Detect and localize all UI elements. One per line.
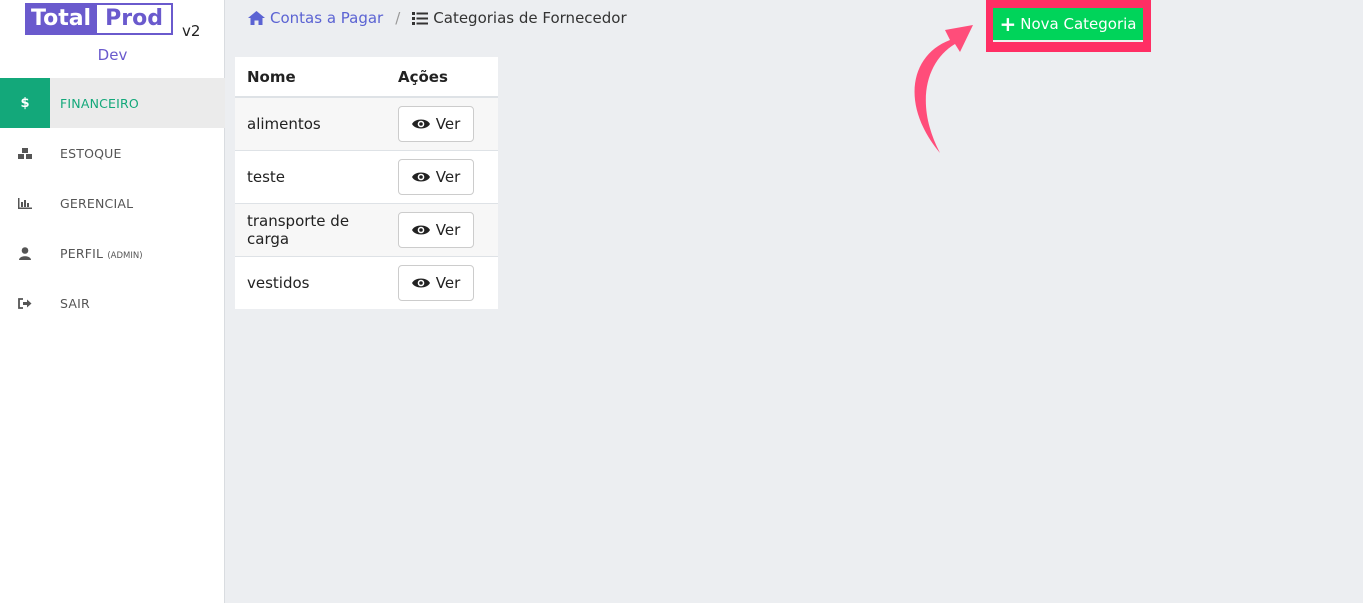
sidebar-item-gerencial[interactable]: GERENCIAL [0,178,225,228]
logo-box: Total Prod [25,3,173,35]
breadcrumb: Contas a Pagar / Categorias de Fornecedo… [248,8,627,28]
eye-icon [411,119,430,129]
environment-label: Dev [97,46,128,64]
cell-nome: teste [235,149,386,203]
table-header-row: Nome Ações [235,57,498,98]
table-row: transporte de carga Ver [235,202,498,256]
sidebar-item-sublabel: (ADMIN) [107,250,143,261]
cell-nome: vestidos [235,255,386,309]
logo-text-prod: Prod [97,5,167,33]
view-button-label: Ver [435,114,461,133]
eye-icon [411,225,430,234]
cell-nome: alimentos [235,96,386,150]
dollar-icon: $ [0,78,50,128]
table-row: teste Ver [235,149,498,203]
cell-acoes: Ver [386,255,498,309]
sidebar-item-financeiro[interactable]: $ FINANCEIRO [0,78,225,128]
sign-out-icon [0,278,50,328]
sidebar-item-label: ESTOQUE [60,145,122,161]
cell-nome: transporte de carga [235,202,386,256]
sidebar-item-label: PERFIL (ADMIN) [60,245,143,261]
list-icon [412,11,429,25]
cell-acoes: Ver [386,96,498,150]
cell-acoes: Ver [386,202,498,256]
sidebar-item-estoque[interactable]: ESTOQUE [0,128,225,178]
breadcrumb-link-contas-a-pagar[interactable]: Contas a Pagar [248,9,383,27]
breadcrumb-current: Categorias de Fornecedor [412,9,627,27]
boxes-icon [0,128,50,178]
logo-text-total: Total [27,5,98,33]
bar-chart-icon [0,178,50,228]
annotation-arrow-icon [914,25,973,153]
user-icon [0,228,50,278]
home-icon [248,11,265,25]
categories-table: Nome Ações alimentos Ver teste Ver trans… [235,57,498,309]
plus-icon: + [999,12,1017,36]
view-button[interactable]: Ver [398,105,474,142]
logo[interactable]: Total Prod v2 Dev [0,0,225,78]
eye-icon [411,172,430,181]
cell-acoes: Ver [386,149,498,203]
new-category-button[interactable]: + Nova Categoria [993,8,1143,42]
sidebar-item-label: SAIR [60,295,90,311]
sidebar: Total Prod v2 Dev $ FINANCEIRO ESTOQUE G… [0,0,225,603]
view-button[interactable]: Ver [398,158,474,195]
view-button-label: Ver [435,167,461,186]
sidebar-nav: $ FINANCEIRO ESTOQUE GERENCIAL PERFIL (A… [0,78,225,328]
view-button[interactable]: Ver [398,264,474,301]
new-category-label: Nova Categoria [1020,15,1137,33]
breadcrumb-link-label: Contas a Pagar [270,9,384,27]
column-header-acoes: Ações [386,57,498,98]
view-button[interactable]: Ver [398,211,474,248]
breadcrumb-separator: / [395,9,401,27]
sidebar-item-label: FINANCEIRO [60,95,139,111]
view-button-label: Ver [435,273,461,292]
table-row: vestidos Ver [235,255,498,309]
breadcrumb-current-label: Categorias de Fornecedor [433,9,627,27]
table-row: alimentos Ver [235,96,498,150]
eye-icon [411,278,430,288]
view-button-label: Ver [435,220,461,239]
logo-version: v2 [182,22,201,40]
sidebar-item-perfil[interactable]: PERFIL (ADMIN) [0,228,225,278]
sidebar-item-sair[interactable]: SAIR [0,278,225,328]
sidebar-item-label: GERENCIAL [60,195,134,211]
column-header-nome: Nome [235,57,386,98]
